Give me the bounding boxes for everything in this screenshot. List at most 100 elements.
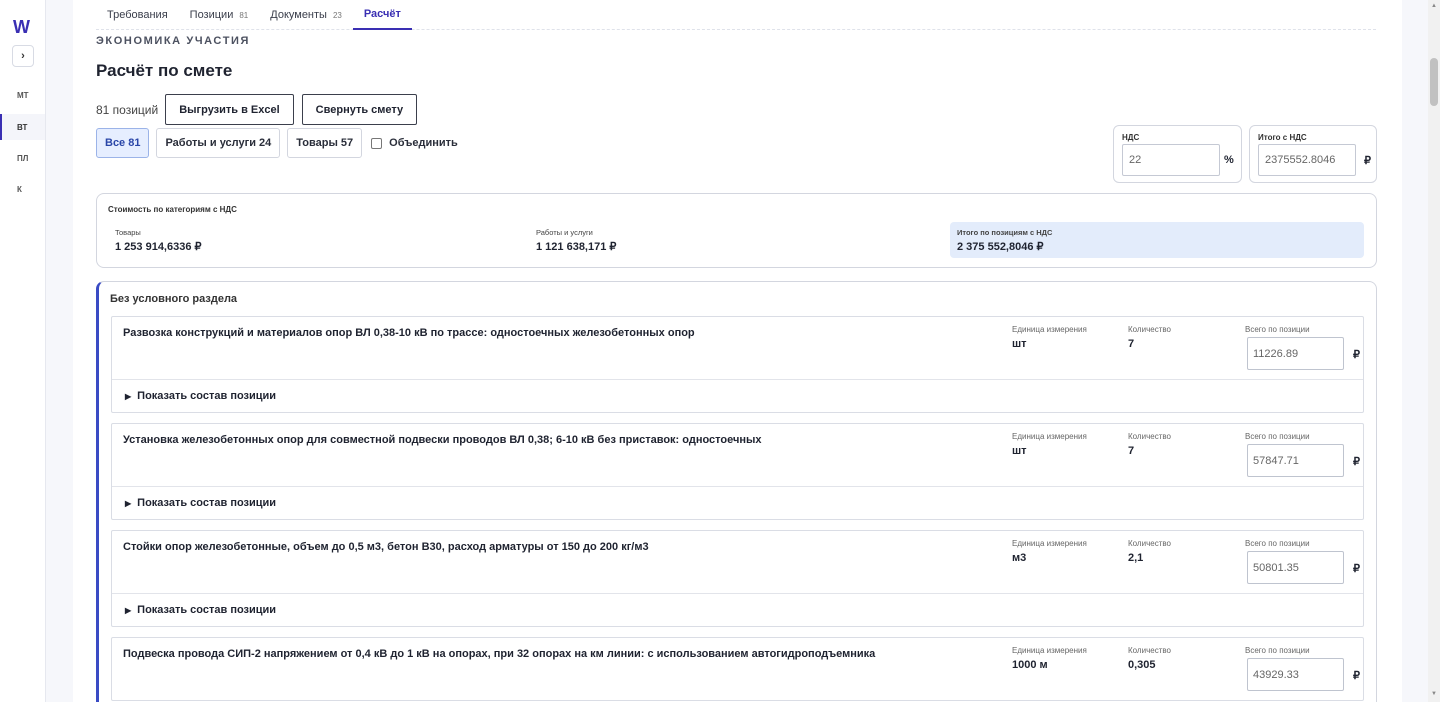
position-card: Установка железобетонных опор для совмес… <box>111 423 1364 520</box>
position-quantity: 7 <box>1128 445 1135 457</box>
tab-label: Позиции <box>189 9 234 21</box>
vat-input[interactable]: 22 <box>1122 144 1220 176</box>
position-quantity: 2,1 <box>1128 552 1144 564</box>
estimate-section: Без условного раздела Развозка конструкц… <box>96 281 1377 702</box>
show-composition-label: Показать состав позиции <box>137 604 277 616</box>
total-with-vat-input[interactable]: 2375552.8046 <box>1258 144 1356 176</box>
position-total-input[interactable]: 57847.71 <box>1247 444 1344 477</box>
show-composition-toggle[interactable]: ▶ Показать состав позиции <box>112 486 1363 519</box>
position-total-input[interactable]: 43929.33 <box>1247 658 1344 691</box>
works-total-cell: Работы и услуги 1 121 638,171 ₽ <box>529 222 939 258</box>
unit-column-label: Единица измерения <box>1012 325 1087 334</box>
tab-documents[interactable]: Документы 23 <box>259 0 353 30</box>
tab-calculation[interactable]: Расчёт <box>352 0 412 30</box>
position-unit: 1000 м <box>1012 659 1048 671</box>
scroll-up-icon[interactable]: ▲ <box>1431 3 1437 9</box>
tab-label: Требования <box>107 9 168 21</box>
position-name: Установка железобетонных опор для совмес… <box>123 434 762 446</box>
show-composition-label: Показать состав позиции <box>137 497 277 509</box>
show-composition-label: Показать состав позиции <box>137 390 277 402</box>
ruble-sign: ₽ <box>1353 456 1360 468</box>
total-column-label: Всего по позиции <box>1245 539 1310 548</box>
quantity-column-label: Количество <box>1128 539 1171 548</box>
filter-all-chip[interactable]: Все 81 <box>96 128 150 158</box>
section-eyebrow: ЭКОНОМИКА УЧАСТИЯ <box>96 35 251 47</box>
position-unit: шт <box>1012 445 1027 457</box>
scroll-thumb[interactable] <box>1430 58 1438 106</box>
collapse-estimate-button[interactable]: Свернуть смету <box>301 94 418 125</box>
works-label: Работы и услуги <box>536 228 593 237</box>
toolbar: 81 позиций Выгрузить в Excel Свернуть см… <box>96 94 425 125</box>
ruble-sign: ₽ <box>1364 155 1371 167</box>
goods-value: 1 253 914,6336 ₽ <box>115 241 202 253</box>
triangle-right-icon: ▶ <box>125 391 132 401</box>
position-total-input[interactable]: 11226.89 <box>1247 337 1344 370</box>
grand-total-value: 2 375 552,8046 ₽ <box>957 241 1044 253</box>
expand-rail-button[interactable]: › <box>12 45 34 67</box>
ruble-sign: ₽ <box>1353 670 1360 682</box>
filter-works-chip[interactable]: Работы и услуги 24 <box>156 128 281 158</box>
page-scrollbar[interactable]: ▲ ▼ <box>1428 0 1440 702</box>
tab-positions[interactable]: Позиции 81 <box>179 0 260 30</box>
unit-column-label: Единица измерения <box>1012 646 1087 655</box>
position-name: Стойки опор железобетонные, объем до 0,5… <box>123 541 649 553</box>
unit-column-label: Единица измерения <box>1012 432 1087 441</box>
section-title: Без условного раздела <box>110 293 238 305</box>
left-rail: W › МТ ВТ ПЛ К <box>0 0 46 702</box>
category-cost-card: Стоимость по категориям с НДС Товары 1 2… <box>96 193 1377 268</box>
rail-item-k[interactable]: К <box>0 176 45 202</box>
merge-checkbox[interactable] <box>371 137 383 149</box>
vat-label: НДС <box>1122 133 1140 142</box>
show-composition-toggle[interactable]: ▶ Показать состав позиции <box>112 379 1363 412</box>
grand-total-label: Итого по позициям с НДС <box>957 228 1053 237</box>
total-column-label: Всего по позиции <box>1245 646 1310 655</box>
position-unit: шт <box>1012 338 1027 350</box>
total-column-label: Всего по позиции <box>1245 432 1310 441</box>
works-value: 1 121 638,171 ₽ <box>536 241 617 253</box>
filter-bar: Все 81 Работы и услуги 24 Товары 57 Объе… <box>96 128 458 158</box>
position-quantity: 7 <box>1128 338 1135 350</box>
filter-goods-chip[interactable]: Товары 57 <box>287 128 363 158</box>
app-logo[interactable]: W <box>13 17 30 38</box>
quantity-column-label: Количество <box>1128 646 1171 655</box>
position-unit: м3 <box>1012 552 1027 564</box>
tab-label: Расчёт <box>363 8 401 20</box>
position-name: Подвеска провода СИП-2 напряжением от 0,… <box>123 648 876 660</box>
position-card: Стойки опор железобетонные, объем до 0,5… <box>111 530 1364 627</box>
unit-column-label: Единица измерения <box>1012 539 1087 548</box>
rail-item-pl[interactable]: ПЛ <box>0 145 45 171</box>
scroll-down-icon[interactable]: ▼ <box>1431 691 1437 697</box>
main-panel: Требования Позиции 81 Документы 23 Расчё… <box>73 0 1402 702</box>
position-quantity: 0,305 <box>1128 659 1156 671</box>
ruble-sign: ₽ <box>1353 563 1360 575</box>
page-title: Расчёт по смете <box>96 61 233 80</box>
vat-box: НДС 22 % <box>1113 125 1242 183</box>
grand-total-cell: Итого по позициям с НДС 2 375 552,8046 ₽ <box>950 222 1364 258</box>
rail-item-mt[interactable]: МТ <box>0 82 45 108</box>
tab-count: 81 <box>239 10 249 20</box>
vat-unit: % <box>1224 154 1234 166</box>
tab-count: 23 <box>332 10 342 20</box>
total-with-vat-label: Итого с НДС <box>1258 133 1307 142</box>
triangle-right-icon: ▶ <box>125 498 132 508</box>
position-total-input[interactable]: 50801.35 <box>1247 551 1344 584</box>
show-composition-toggle[interactable]: ▶ Показать состав позиции <box>112 593 1363 626</box>
quantity-column-label: Количество <box>1128 325 1171 334</box>
position-card: Подвеска провода СИП-2 напряжением от 0,… <box>111 637 1364 701</box>
goods-total-cell: Товары 1 253 914,6336 ₽ <box>108 222 518 258</box>
category-card-title: Стоимость по категориям с НДС <box>108 205 237 214</box>
goods-label: Товары <box>115 228 141 237</box>
export-excel-button[interactable]: Выгрузить в Excel <box>165 94 294 125</box>
total-with-vat-box: Итого с НДС 2375552.8046 ₽ <box>1249 125 1377 183</box>
total-column-label: Всего по позиции <box>1245 325 1310 334</box>
position-name: Развозка конструкций и материалов опор В… <box>123 327 695 339</box>
position-card: Развозка конструкций и материалов опор В… <box>111 316 1364 413</box>
rail-item-vt[interactable]: ВТ <box>0 114 45 140</box>
merge-label: Объединить <box>389 137 458 149</box>
triangle-right-icon: ▶ <box>125 605 132 615</box>
positions-count: 81 позиций <box>96 102 159 117</box>
tab-requirements[interactable]: Требования <box>96 0 179 30</box>
merge-toggle[interactable]: Объединить <box>371 137 458 149</box>
tab-bar: Требования Позиции 81 Документы 23 Расчё… <box>96 0 1376 30</box>
quantity-column-label: Количество <box>1128 432 1171 441</box>
